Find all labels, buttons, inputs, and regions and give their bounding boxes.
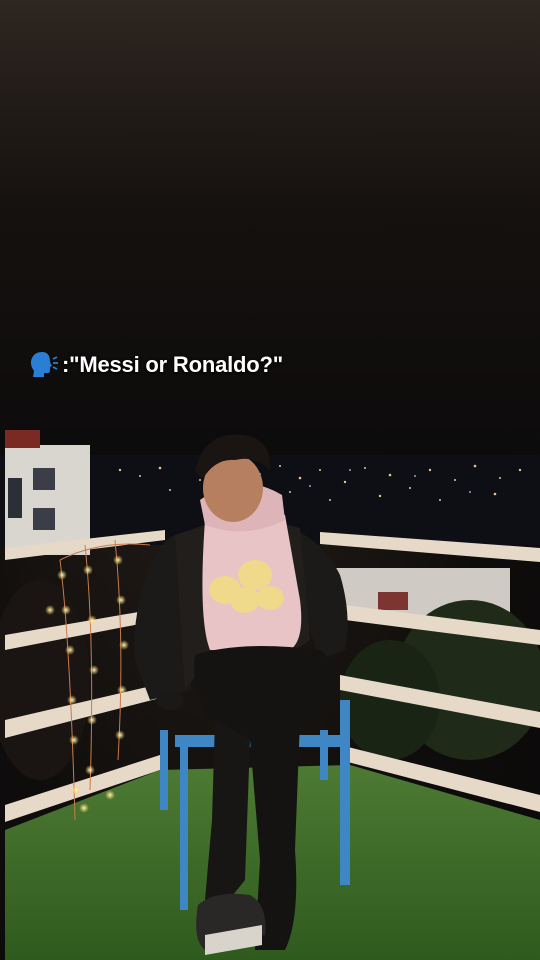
caption-text: :"Messi or Ronaldo?" [62, 352, 283, 377]
caption-overlay: :"Messi or Ronaldo?" [28, 350, 283, 380]
video-frame: :"Messi or Ronaldo?" [0, 0, 540, 960]
speaking-head-icon [31, 352, 58, 377]
night-balcony-photo [0, 0, 540, 960]
